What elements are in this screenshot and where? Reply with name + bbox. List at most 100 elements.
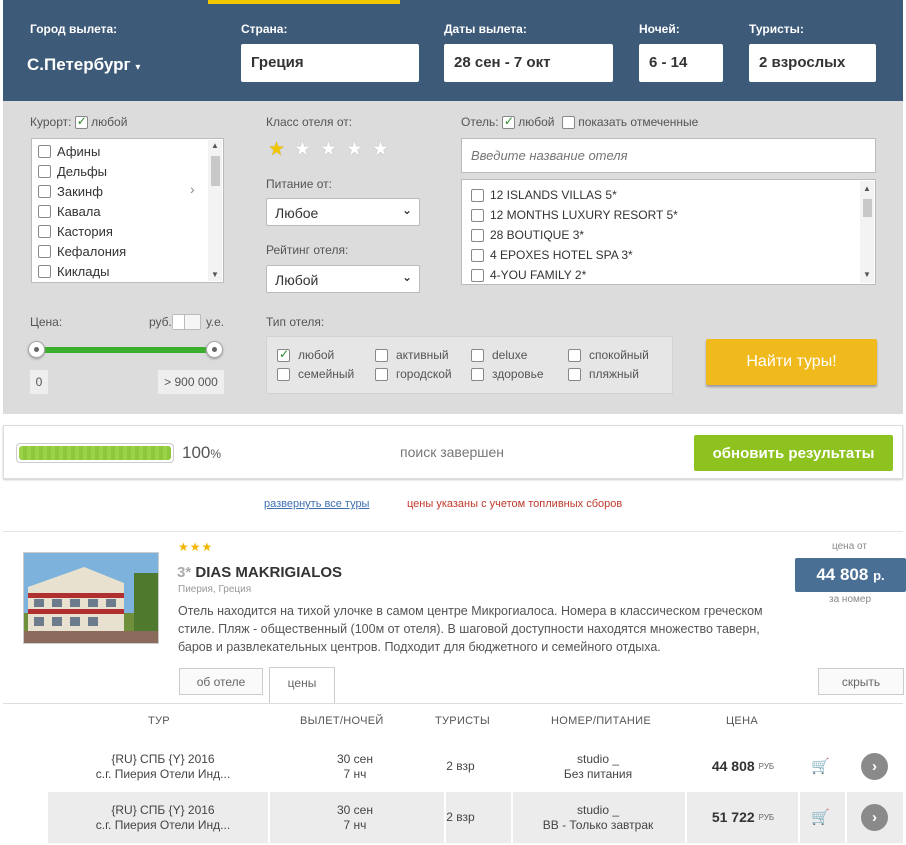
- scroll-thumb[interactable]: [211, 156, 220, 186]
- chevron-right-icon[interactable]: ›: [861, 753, 888, 780]
- hotel-checkbox[interactable]: [471, 208, 484, 222]
- resort-checkbox[interactable]: [38, 164, 51, 178]
- hotel-type-option[interactable]: активный: [375, 348, 449, 362]
- min-price-box[interactable]: 44 808 р.: [795, 558, 906, 592]
- refresh-results-button[interactable]: обновить результаты: [694, 435, 893, 471]
- meal-label: Питание от:: [266, 177, 332, 191]
- hotel-type-checkbox[interactable]: [568, 367, 581, 381]
- star-icon[interactable]: ★: [320, 138, 337, 161]
- hotel-option[interactable]: 4 EPOXES HOTEL SPA 3*: [462, 245, 875, 265]
- hotel-checkbox[interactable]: [471, 248, 484, 262]
- hotel-option[interactable]: 4-YOU FAMILY 2*: [462, 265, 875, 284]
- tourists-field[interactable]: 2 взрослых: [749, 44, 876, 82]
- hotel-type-label: городской: [396, 367, 452, 381]
- resort-list-scrollbar[interactable]: ▲ ▼: [208, 140, 222, 281]
- hotel-type-checkbox[interactable]: [471, 367, 484, 381]
- city-select[interactable]: С.Петербург ▾: [27, 55, 140, 75]
- hotel-type-option[interactable]: любой: [277, 347, 334, 362]
- resort-any-checkbox[interactable]: [74, 114, 88, 130]
- expand-all-tours-link[interactable]: развернуть все туры: [264, 498, 369, 510]
- resort-checkbox[interactable]: [38, 144, 51, 158]
- resort-option[interactable]: Кефалония: [32, 241, 223, 261]
- resort-option[interactable]: Дельфы: [32, 161, 223, 181]
- hotel-type-checkbox[interactable]: [568, 348, 581, 362]
- resort-checkbox[interactable]: [38, 224, 51, 238]
- scroll-down-icon[interactable]: ▼: [863, 270, 871, 279]
- scroll-up-icon[interactable]: ▲: [211, 141, 219, 150]
- tourists-label: Туристы:: [749, 22, 804, 36]
- resort-option-label: Дельфы: [57, 163, 108, 179]
- country-field[interactable]: Греция: [241, 44, 419, 82]
- resort-checkbox[interactable]: [38, 204, 51, 218]
- hotel-option[interactable]: 12 MONTHS LUXURY RESORT 5*: [462, 205, 875, 225]
- resort-checkbox[interactable]: [38, 184, 51, 198]
- dates-field[interactable]: 28 сен - 7 окт: [444, 44, 613, 82]
- hotel-checkbox[interactable]: [471, 228, 484, 242]
- progress-bar: [16, 443, 174, 463]
- nights-field[interactable]: 6 - 14: [639, 44, 723, 82]
- scroll-down-icon[interactable]: ▼: [211, 270, 219, 279]
- show-marked-checkbox[interactable]: [561, 116, 575, 130]
- city-label: Город вылета:: [30, 22, 118, 36]
- resort-checkbox[interactable]: [38, 264, 51, 278]
- hotel-type-option[interactable]: пляжный: [568, 367, 639, 381]
- hotel-any-checkbox[interactable]: [501, 114, 515, 130]
- price-slider-track[interactable]: [36, 347, 216, 353]
- cart-icon[interactable]: 🛒: [811, 808, 830, 826]
- resort-option[interactable]: Киклады: [32, 261, 223, 281]
- currency-toggle[interactable]: [172, 314, 201, 330]
- hotel-type-option[interactable]: спокойный: [568, 348, 649, 362]
- resort-checkbox[interactable]: [38, 244, 51, 258]
- scroll-thumb[interactable]: [863, 199, 872, 217]
- hotel-checkbox[interactable]: [471, 268, 484, 282]
- find-tours-button[interactable]: Найти туры!: [706, 339, 877, 385]
- hotel-title[interactable]: 3* DIAS MAKRIGIALOS: [177, 564, 342, 581]
- hotel-type-option[interactable]: городской: [375, 367, 452, 381]
- hotel-type-label: активный: [396, 348, 449, 362]
- resort-option-label: Закинф: [57, 183, 103, 199]
- price-min-field[interactable]: 0: [30, 370, 48, 394]
- hotel-list-scrollbar[interactable]: ▲ ▼: [860, 181, 874, 283]
- hotel-type-checkbox[interactable]: [277, 367, 290, 381]
- resort-option[interactable]: Кавала: [32, 201, 223, 221]
- resort-option[interactable]: Кастория: [32, 221, 223, 241]
- rating-select[interactable]: Любой ⌄: [266, 265, 420, 293]
- star-icon[interactable]: ★: [372, 138, 389, 161]
- hotel-photo[interactable]: [23, 552, 159, 644]
- tab-prices[interactable]: цены: [269, 667, 335, 704]
- hotel-option[interactable]: 12 ISLANDS VILLAS 5*: [462, 185, 875, 205]
- hotel-name: DIAS MAKRIGIALOS: [195, 564, 343, 581]
- chevron-right-icon[interactable]: ›: [861, 804, 888, 831]
- hotel-type-checkbox[interactable]: [375, 348, 388, 362]
- price-max-field[interactable]: > 900 000: [158, 370, 224, 394]
- price-slider-max-handle[interactable]: [206, 341, 223, 358]
- hotel-checkbox[interactable]: [471, 188, 484, 202]
- star-icon[interactable]: ★: [346, 138, 363, 161]
- hotel-type-checkbox[interactable]: [277, 347, 290, 362]
- col-header-tour: ТУР: [148, 715, 170, 727]
- table-row[interactable]: {RU} СПБ {Y} 2016 с.г. Пиерия Отели Инд..…: [3, 792, 903, 843]
- hotel-type-option[interactable]: семейный: [277, 367, 354, 381]
- resort-filter-header: Курорт: любой: [30, 114, 127, 130]
- cart-icon[interactable]: 🛒: [811, 757, 830, 775]
- table-row[interactable]: {RU} СПБ {Y} 2016 с.г. Пиерия Отели Инд..…: [3, 741, 903, 792]
- hotel-type-checkbox[interactable]: [375, 367, 388, 381]
- price-slider-min-handle[interactable]: [28, 341, 45, 358]
- hide-button[interactable]: скрыть: [818, 668, 904, 695]
- hotel-type-checkbox[interactable]: [471, 348, 484, 362]
- departure-date: 30 сен: [337, 751, 373, 766]
- star-icon[interactable]: ★: [294, 138, 311, 161]
- scroll-up-icon[interactable]: ▲: [863, 184, 871, 193]
- hotel-type-option[interactable]: deluxe: [471, 348, 527, 362]
- tourists-count: 2 взр: [446, 759, 475, 773]
- tab-about-hotel[interactable]: об отеле: [179, 668, 263, 695]
- hotel-option[interactable]: 28 BOUTIQUE 3*: [462, 225, 875, 245]
- resort-option[interactable]: Афины: [32, 141, 223, 161]
- room-cell: studio _ Без питания: [518, 741, 678, 792]
- col-header-departure: ВЫЛЕТ/НОЧЕЙ: [300, 715, 384, 727]
- meal-select[interactable]: Любое ⌄: [266, 198, 420, 226]
- hotel-type-option[interactable]: здоровье: [471, 367, 544, 381]
- star-icon[interactable]: ★: [268, 138, 285, 161]
- chevron-right-icon[interactable]: ›: [190, 181, 195, 197]
- hotel-search-input[interactable]: [461, 138, 876, 173]
